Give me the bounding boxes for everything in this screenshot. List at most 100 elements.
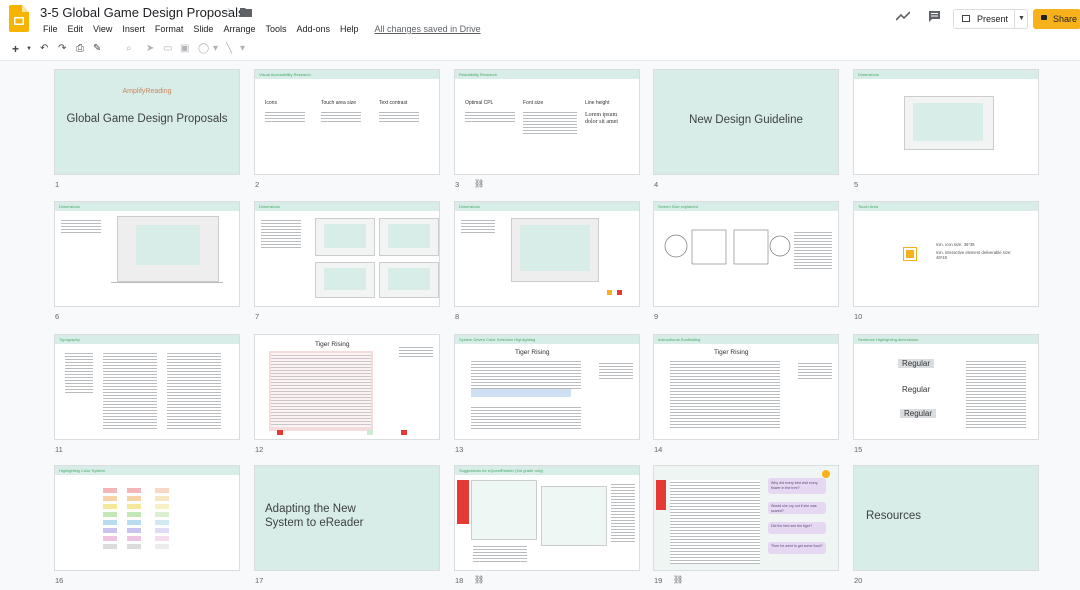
text-box-icon[interactable]: ▭ bbox=[163, 43, 172, 54]
column-label: Line height bbox=[585, 100, 610, 106]
menu-view[interactable]: View bbox=[88, 24, 117, 34]
shape-icon[interactable]: ◯ bbox=[198, 43, 209, 54]
link-icon[interactable]: ⛓ bbox=[673, 575, 683, 584]
menu-tools[interactable]: Tools bbox=[260, 24, 291, 34]
slide-thumbnail-20[interactable]: Resources 20 bbox=[853, 465, 1039, 585]
question-bubble: Would she cry out if she was scared? bbox=[771, 504, 817, 513]
monitor-mockup bbox=[511, 218, 599, 282]
slide-thumbnail-6[interactable]: Dimensions 6 bbox=[54, 201, 240, 321]
slide-header: Dimensions bbox=[858, 72, 879, 77]
slide-thumbnail-9[interactable]: Screen Size explained 9 bbox=[653, 201, 839, 321]
new-slide-plus-icon[interactable]: + bbox=[12, 42, 19, 56]
present-label: Present bbox=[977, 14, 1009, 24]
folder-icon[interactable] bbox=[240, 7, 252, 17]
star-icon[interactable]: ☆ bbox=[223, 5, 235, 21]
select-cursor-icon[interactable]: ➤ bbox=[146, 43, 154, 54]
slide-title: New Design Guideline bbox=[689, 114, 803, 126]
zoom-icon[interactable]: ⌕ bbox=[126, 43, 132, 54]
menu-file[interactable]: File bbox=[38, 24, 63, 34]
slide-header: Screen Size explained bbox=[658, 204, 698, 209]
column-label: Icons bbox=[265, 100, 277, 106]
slide-number: 16 bbox=[55, 576, 64, 585]
question-bubble: Why did every bird visit every flower in… bbox=[771, 481, 818, 490]
share-button[interactable]: Share bbox=[1033, 9, 1080, 29]
story-title: Tiger Rising bbox=[515, 349, 550, 356]
slide-thumbnail-5[interactable]: Dimensions 5 bbox=[853, 69, 1039, 189]
comment-icon[interactable] bbox=[928, 10, 941, 23]
new-slide-chevron-icon[interactable]: ▼ bbox=[26, 46, 32, 52]
column-label: Text contrast bbox=[379, 100, 408, 106]
menu-insert[interactable]: Insert bbox=[117, 24, 150, 34]
slide-title: Global Game Design Proposals bbox=[66, 113, 228, 125]
slide-header: Suggestions for eQuestReader (3rd grade … bbox=[459, 468, 544, 473]
menu-format[interactable]: Format bbox=[150, 24, 189, 34]
line-chevron-icon[interactable]: ▾ bbox=[240, 43, 245, 54]
slide-header: Typography bbox=[59, 337, 80, 342]
menu-arrange[interactable]: Arrange bbox=[218, 24, 260, 34]
line-icon[interactable]: ╲ bbox=[226, 43, 232, 54]
slide-header: Dimensions bbox=[459, 204, 480, 209]
slide-thumbnail-18[interactable]: Suggestions for eQuestReader (3rd grade … bbox=[454, 465, 640, 585]
menu-add-ons[interactable]: Add-ons bbox=[291, 24, 335, 34]
slide-header: Dimensions bbox=[59, 204, 80, 209]
slide-thumbnail-17[interactable]: Adapting the New System to eReader 17 bbox=[254, 465, 440, 585]
touch-area-line: min. interactive element deliverable siz… bbox=[936, 250, 1012, 260]
slide-thumbnail-4[interactable]: New Design Guideline 4 bbox=[653, 69, 839, 189]
laptop-mockup bbox=[117, 216, 219, 282]
slide-header: Dimensions bbox=[259, 204, 280, 209]
slide-thumbnail-2[interactable]: Visual Accessibility Research Icons Touc… bbox=[254, 69, 440, 189]
slide-thumbnail-16[interactable]: Highlighting Color System 16 bbox=[54, 465, 240, 585]
slide-number: 11 bbox=[55, 445, 63, 454]
menu-edit[interactable]: Edit bbox=[63, 24, 89, 34]
slide-number: 8 bbox=[455, 312, 460, 321]
link-icon[interactable]: ⛓ bbox=[474, 179, 484, 188]
present-options-chevron-icon[interactable]: ▼ bbox=[1018, 15, 1025, 22]
slide-thumbnail-19[interactable]: Why did every bird visit every flower in… bbox=[653, 465, 839, 585]
slide-header: System Driven Color Selection Highlighti… bbox=[459, 337, 536, 342]
menu-help[interactable]: Help bbox=[335, 24, 364, 34]
print-icon[interactable]: ⎙ bbox=[76, 43, 84, 54]
link-icon[interactable]: ⛓ bbox=[474, 575, 484, 584]
brand-logo: AmplifyReading bbox=[122, 88, 172, 95]
slide-number: 12 bbox=[255, 445, 264, 454]
slide-number: 14 bbox=[654, 445, 663, 454]
slide-thumbnail-8[interactable]: Dimensions 8 bbox=[454, 201, 640, 321]
present-button[interactable]: Present ▼ bbox=[953, 9, 1028, 29]
device-mockup bbox=[904, 96, 994, 150]
slide-thumbnail-13[interactable]: System Driven Color Selection Highlighti… bbox=[454, 334, 640, 454]
slide-header: Sentence Highlighting dimensions bbox=[858, 337, 919, 342]
shape-chevron-icon[interactable]: ▾ bbox=[213, 43, 218, 54]
slide-number: 1 bbox=[55, 180, 60, 189]
undo-icon[interactable]: ↶ bbox=[40, 43, 48, 54]
slide-thumbnail-12[interactable]: Tiger Rising 12 bbox=[254, 334, 440, 454]
menu-slide[interactable]: Slide bbox=[188, 24, 218, 34]
slide-number: 3 bbox=[455, 180, 460, 189]
google-slides-logo[interactable] bbox=[9, 5, 29, 32]
slide-thumbnail-15[interactable]: Sentence Highlighting dimensions Regular… bbox=[853, 334, 1039, 454]
touch-area-sample bbox=[903, 247, 917, 261]
activity-trend-icon[interactable] bbox=[896, 10, 910, 22]
slide-number: 2 bbox=[255, 180, 260, 189]
slide-number: 20 bbox=[854, 576, 863, 585]
slide-number: 10 bbox=[854, 312, 863, 321]
slide-number: 17 bbox=[255, 576, 264, 585]
saved-status-link[interactable]: All changes saved in Drive bbox=[370, 24, 486, 34]
question-bubble: Did the bird see the tiger? bbox=[771, 524, 813, 528]
slide-thumbnail-1[interactable]: AmplifyReading Global Game Design Propos… bbox=[54, 69, 240, 189]
slide-thumbnail-3[interactable]: Readability Research Optimal CPL Font si… bbox=[454, 69, 640, 189]
document-title[interactable]: 3-5 Global Game Design Proposals bbox=[40, 5, 245, 20]
share-label: Share bbox=[1052, 14, 1077, 24]
redo-icon[interactable]: ↷ bbox=[58, 43, 66, 54]
slide-thumbnail-7[interactable]: Dimensions 7 bbox=[254, 201, 440, 321]
image-icon[interactable]: ▣ bbox=[180, 43, 189, 54]
slide-number: 18 bbox=[455, 576, 464, 585]
slide-number: 6 bbox=[55, 312, 60, 321]
slide-number: 7 bbox=[255, 312, 260, 321]
slide-number: 4 bbox=[654, 180, 659, 189]
slide-number: 19 bbox=[654, 576, 663, 585]
paint-format-icon[interactable]: ✎ bbox=[93, 43, 101, 54]
slide-thumbnail-14[interactable]: Instructional Scaffolding Tiger Rising 1… bbox=[653, 334, 839, 454]
slide-thumbnail-10[interactable]: Touch Area min. icon size: 36*36 min. in… bbox=[853, 201, 1039, 321]
highlight-sample: Regular bbox=[900, 409, 937, 418]
slide-thumbnail-11[interactable]: Typography 11 bbox=[54, 334, 240, 454]
